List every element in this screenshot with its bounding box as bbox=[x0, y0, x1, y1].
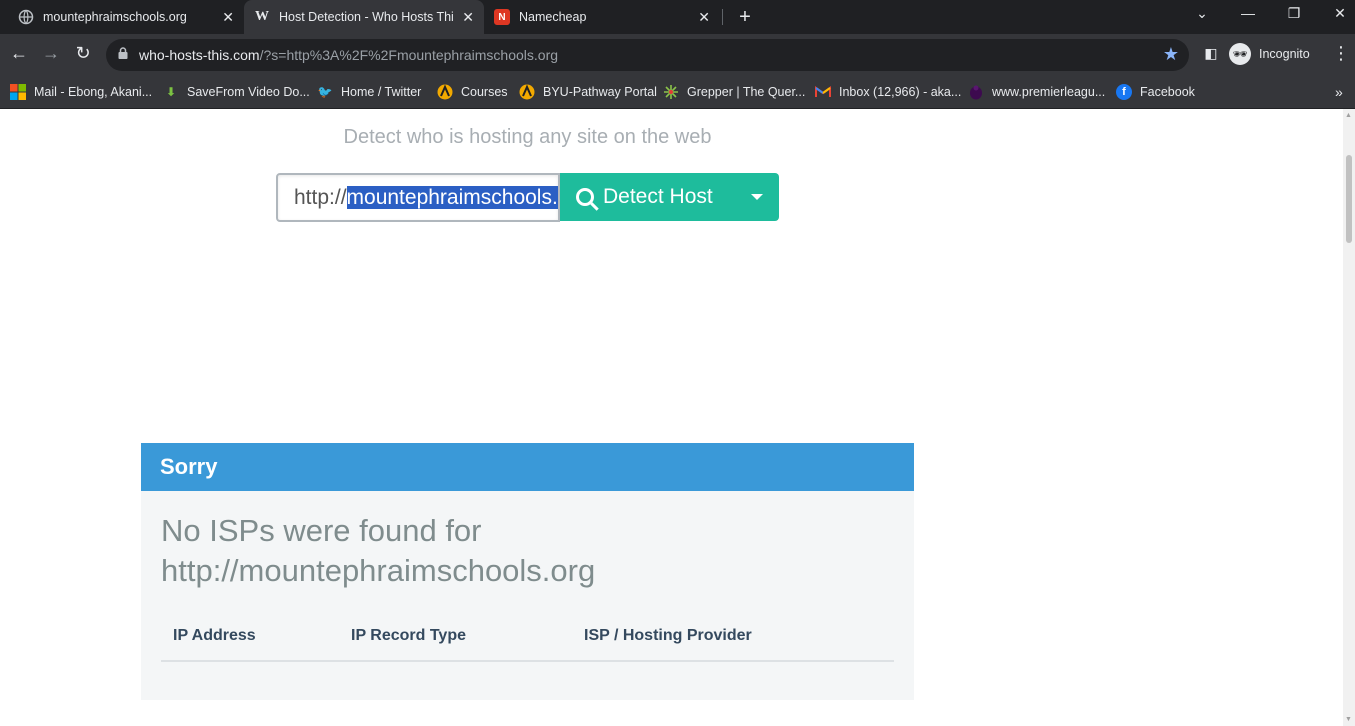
back-arrow-icon[interactable]: ← bbox=[7, 43, 31, 64]
twitter-icon: 🐦 bbox=[317, 85, 333, 99]
bookmark-label: Facebook bbox=[1140, 85, 1195, 99]
bookmarks-overflow-icon[interactable]: » bbox=[1335, 82, 1343, 102]
result-panel: Sorry No ISPs were found for http://moun… bbox=[141, 443, 914, 700]
bookmark-byu-pathway[interactable]: BYU-Pathway Portal bbox=[519, 82, 657, 102]
bookmark-premierleague[interactable]: www.premierleagu... bbox=[968, 82, 1105, 102]
page-content: Detect who is hosting any site on the we… bbox=[0, 109, 1343, 726]
bookmark-label: Home / Twitter bbox=[341, 85, 422, 99]
bookmark-label: www.premierleagu... bbox=[992, 85, 1106, 99]
column-header-ip-record-type: IP Record Type bbox=[351, 627, 466, 644]
tab-title: mountephraimschools.org bbox=[43, 10, 187, 24]
bookmarks-bar: Mail - Ebong, Akani... ⬇ SaveFrom Video … bbox=[0, 76, 1355, 109]
restore-icon[interactable]: ❐ bbox=[1284, 5, 1304, 22]
url-host: who-hosts-this.com bbox=[139, 47, 260, 63]
incognito-indicator[interactable]: 🕶 Incognito bbox=[1229, 39, 1310, 69]
input-selected-text: mountephraimschools.org bbox=[346, 186, 558, 209]
bookmark-facebook[interactable]: f Facebook bbox=[1116, 82, 1195, 102]
forward-arrow-icon[interactable]: → bbox=[39, 43, 63, 64]
bookmark-label: Inbox (12,966) - aka... bbox=[839, 85, 962, 99]
bookmark-twitter[interactable]: 🐦 Home / Twitter bbox=[317, 82, 422, 102]
page-scrollbar[interactable]: ▲ ▼ bbox=[1343, 109, 1355, 726]
bookmark-label: SaveFrom Video Do... bbox=[187, 85, 310, 99]
bookmark-label: Mail - Ebong, Akani... bbox=[34, 85, 153, 99]
bookmark-mail[interactable]: Mail - Ebong, Akani... bbox=[10, 82, 152, 102]
bookmark-courses[interactable]: Courses bbox=[437, 82, 508, 102]
column-header-ip-address: IP Address bbox=[173, 627, 256, 644]
bookmark-label: Courses bbox=[461, 85, 508, 99]
url-path: /?s=http%3A%2F%2Fmountephraimschools.org bbox=[259, 47, 559, 63]
tab-host-detection[interactable]: W Host Detection - Who Hosts This ✕ bbox=[244, 0, 484, 34]
browser-toolbar: ← → ↻ who-hosts-this.com/?s=http%3A%2F%2… bbox=[0, 34, 1355, 76]
domain-search-input[interactable]: http://mountephraimschools.org bbox=[276, 173, 560, 222]
scroll-down-icon[interactable]: ▼ bbox=[1345, 716, 1352, 723]
result-message: No ISPs were found for http://mountephra… bbox=[161, 511, 881, 591]
browser-chrome: mountephraimschools.org ✕ W Host Detecti… bbox=[0, 0, 1355, 109]
tab-separator bbox=[722, 9, 723, 25]
minimize-icon[interactable]: — bbox=[1238, 5, 1258, 21]
menu-kebab-icon[interactable]: ⋮ bbox=[1329, 43, 1353, 64]
column-header-isp: ISP / Hosting Provider bbox=[584, 627, 752, 644]
result-message-line1: No ISPs were found for bbox=[161, 513, 482, 548]
profile-label: Incognito bbox=[1259, 47, 1310, 61]
search-icon bbox=[576, 188, 594, 206]
namecheap-icon: N bbox=[494, 9, 510, 25]
tagline: Detect who is hosting any site on the we… bbox=[343, 126, 712, 148]
byu-icon bbox=[437, 84, 453, 100]
gmail-icon bbox=[815, 84, 831, 100]
table-divider bbox=[161, 660, 894, 662]
tab-close-icon[interactable]: ✕ bbox=[222, 9, 234, 26]
microsoft-icon bbox=[10, 84, 26, 100]
bookmark-label: Grepper | The Quer... bbox=[687, 85, 806, 99]
address-bar[interactable]: who-hosts-this.com/?s=http%3A%2F%2Fmount… bbox=[106, 39, 1189, 71]
detect-options-dropdown[interactable] bbox=[735, 173, 779, 221]
bookmark-grepper[interactable]: Grepper | The Quer... bbox=[663, 82, 805, 102]
new-tab-icon[interactable]: + bbox=[735, 6, 755, 29]
bookmark-savefrom[interactable]: ⬇ SaveFrom Video Do... bbox=[163, 82, 310, 102]
scroll-up-icon[interactable]: ▲ bbox=[1345, 112, 1352, 119]
tab-search-chevron-icon[interactable]: ⌄ bbox=[1192, 5, 1212, 22]
tab-close-icon[interactable]: ✕ bbox=[462, 9, 474, 26]
side-panel-icon[interactable]: ◧ bbox=[1199, 45, 1223, 62]
tab-title: Namecheap bbox=[519, 10, 587, 24]
detect-host-button[interactable]: Detect Host bbox=[560, 173, 735, 221]
premier-league-icon bbox=[968, 84, 984, 100]
scrollbar-thumb[interactable] bbox=[1346, 155, 1352, 243]
bookmark-star-icon[interactable]: ★ bbox=[1163, 44, 1179, 65]
input-prefix: http:// bbox=[294, 186, 347, 209]
result-header: Sorry bbox=[141, 443, 914, 491]
incognito-icon: 🕶 bbox=[1229, 43, 1251, 65]
caret-down-icon bbox=[751, 194, 763, 200]
facebook-icon: f bbox=[1116, 84, 1132, 100]
bookmark-label: BYU-Pathway Portal bbox=[543, 85, 657, 99]
reload-icon[interactable]: ↻ bbox=[71, 43, 95, 64]
globe-icon bbox=[18, 9, 34, 25]
result-message-line2: http://mountephraimschools.org bbox=[161, 553, 596, 588]
bookmark-inbox[interactable]: Inbox (12,966) - aka... bbox=[815, 82, 961, 102]
byu-icon bbox=[519, 84, 535, 100]
w-favicon-icon: W bbox=[255, 9, 269, 24]
detect-host-label: Detect Host bbox=[603, 185, 713, 208]
tab-namecheap[interactable]: N Namecheap ✕ bbox=[484, 0, 720, 34]
grepper-icon bbox=[663, 84, 679, 100]
tab-mountephraimschools[interactable]: mountephraimschools.org ✕ bbox=[8, 0, 244, 34]
tab-title: Host Detection - Who Hosts This bbox=[279, 10, 454, 24]
window-close-icon[interactable]: ✕ bbox=[1330, 5, 1350, 22]
tab-strip: mountephraimschools.org ✕ W Host Detecti… bbox=[0, 0, 1355, 34]
tab-close-icon[interactable]: ✕ bbox=[698, 9, 710, 26]
download-arrow-icon: ⬇ bbox=[165, 85, 177, 99]
lock-icon bbox=[118, 47, 128, 59]
url-text: who-hosts-this.com/?s=http%3A%2F%2Fmount… bbox=[139, 47, 558, 63]
